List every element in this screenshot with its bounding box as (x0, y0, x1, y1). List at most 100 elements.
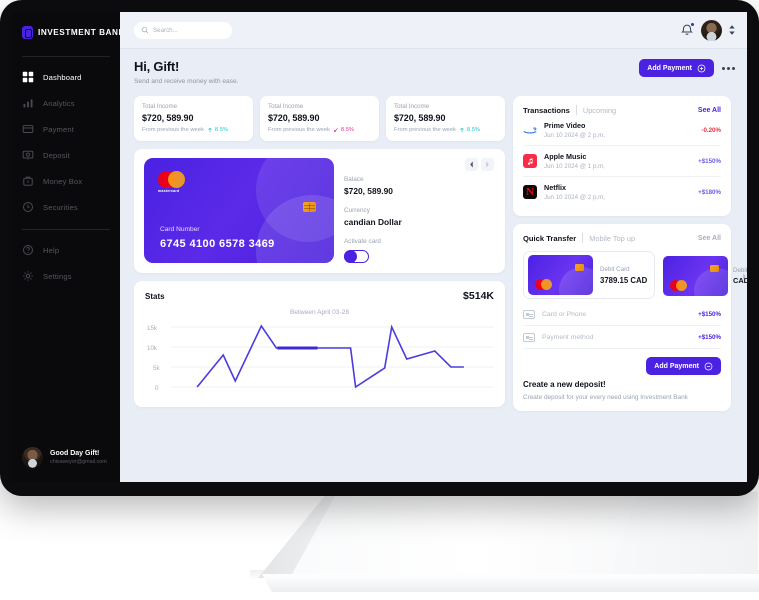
sidebar-item-payment[interactable]: Payment (22, 117, 120, 141)
transaction-row[interactable]: N Netflix Jun 10 2024 @ 2 p.m, +$180% (523, 177, 721, 207)
sidebar-item-settings[interactable]: Settings (22, 264, 120, 288)
trend-down: 8.5% (333, 127, 354, 133)
stat-value: $720, 589.90 (268, 113, 320, 123)
stat-card[interactable]: Total Income $720, 589.90 From previous … (260, 96, 379, 141)
transaction-name: Apple Music (544, 152, 587, 161)
quick-transfer-next-button[interactable] (742, 273, 747, 280)
bell-icon[interactable] (680, 22, 695, 37)
stat-footer-text: From previous the week (268, 127, 330, 133)
svg-text:5k: 5k (153, 365, 160, 372)
payment-method-field[interactable]: Payment method +$150% (523, 326, 721, 349)
arrow-up-icon (207, 127, 212, 133)
more-horizontal-icon[interactable] (722, 66, 735, 70)
transaction-date: Jun 10 2024 @ 2 p.m, (544, 194, 605, 201)
app-screen: Search... Hi, Gift! Send and receive mon… (120, 12, 747, 484)
quick-transfer-panel: Quick Transfer Mobile Top up See All Deb… (513, 224, 747, 412)
chevron-right-icon (486, 161, 489, 168)
debit-card-text: Debit Card 3789.15 CAD (600, 266, 647, 285)
mini-card-graphic (663, 256, 728, 296)
transaction-info: Apple Music Jun 10 2024 @ 1 p.m, (544, 152, 691, 170)
carousel-prev-button[interactable] (465, 158, 478, 171)
chart-svg: 15k 10k 5k 0 (147, 324, 494, 392)
chevron-up-down-icon[interactable] (729, 25, 735, 35)
debit-card-primary[interactable]: Debit Card 3789.15 CAD (523, 251, 655, 299)
quick-transfer-see-all[interactable]: See All (698, 235, 721, 242)
credit-card[interactable]: mastercard Card Number 6745 4100 6578 34… (144, 158, 334, 263)
transaction-amount: +$180% (698, 188, 721, 196)
quick-transfer-add-payment-button[interactable]: Add Payment (646, 357, 721, 375)
arrow-down-icon (333, 128, 338, 133)
sidebar-item-label: Analytics (43, 98, 75, 108)
sidebar-profile[interactable]: Good Day Gift! chissweyor@gmail.com (12, 447, 120, 468)
transaction-row[interactable]: Prime Video Jun 10 2024 @ 2 p.m, -0.20% (523, 115, 721, 146)
search-placeholder: Search... (153, 26, 178, 34)
stats-header: Stats $514K (145, 290, 494, 302)
notification-badge (690, 22, 695, 27)
transaction-date: Jun 10 2024 @ 2 p.m, (544, 132, 605, 139)
tab-quick-transfer[interactable]: Quick Transfer (523, 234, 576, 243)
stat-cards-row: Total Income $720, 589.90 From previous … (134, 96, 505, 141)
transactions-header: Transactions Upcoming See All (523, 105, 721, 115)
svg-text:0: 0 (155, 385, 159, 392)
topbar-actions (680, 19, 735, 41)
screenshot-stage: INVESTMENT BANK Dashboard Analytics Paym… (0, 0, 759, 600)
tab-upcoming[interactable]: Upcoming (583, 106, 616, 115)
sidebar-item-label: Help (43, 245, 60, 255)
stat-label: Total Income (394, 103, 430, 110)
add-payment-label: Add Payment (647, 64, 692, 72)
stat-footer-text: From previous the week (142, 127, 204, 133)
transactions-see-all[interactable]: See All (698, 107, 721, 114)
page-title: Hi, Gift! (134, 59, 180, 74)
card-or-phone-field[interactable]: Card or Phone +$150% (523, 303, 721, 326)
tab-transactions[interactable]: Transactions (523, 106, 570, 115)
stats-amount: $514K (463, 290, 494, 302)
deposit-action-row: Add Payment (523, 357, 721, 375)
stat-card[interactable]: Total Income $720, 589.90 From previous … (134, 96, 253, 141)
svg-text:10k: 10k (147, 345, 158, 352)
add-payment-label: Add Payment (654, 362, 699, 370)
greeting-text: Hi, Gift! Send and receive money with ea… (134, 59, 238, 85)
minus-circle-icon (704, 362, 713, 370)
mastercard-logo-icon: mastercard (158, 171, 185, 193)
search-input[interactable]: Search... (134, 21, 232, 39)
transaction-amount: +$150% (698, 157, 721, 165)
brand: INVESTMENT BANK (12, 12, 124, 52)
stat-delta: 8.5% (466, 127, 481, 133)
transaction-row[interactable]: Apple Music Jun 10 2024 @ 1 p.m, +$150% (523, 146, 721, 177)
sidebar-item-securities[interactable]: Securities (22, 195, 120, 219)
plus-circle-icon (697, 64, 706, 72)
monitor-frame: INVESTMENT BANK Dashboard Analytics Paym… (0, 0, 759, 496)
chevron-right-icon (743, 273, 746, 280)
main-content: Hi, Gift! Send and receive money with ea… (120, 49, 747, 412)
svg-text:15k: 15k (147, 325, 158, 332)
sidebar-item-label: Securities (43, 202, 78, 212)
tab-mobile-top-up[interactable]: Mobile Top up (589, 234, 635, 243)
activate-card-toggle[interactable] (344, 250, 369, 263)
sidebar-item-label: Money Box (43, 176, 83, 186)
stat-delta: 8.5% (214, 127, 229, 133)
sidebar-item-analytics[interactable]: Analytics (22, 91, 120, 115)
stat-card[interactable]: Total Income $720, 589.90 From previous … (386, 96, 505, 141)
sidebar: INVESTMENT BANK Dashboard Analytics Paym… (12, 12, 124, 484)
sidebar-item-money-box[interactable]: Money Box (22, 169, 120, 193)
sidebar-item-dashboard[interactable]: Dashboard (22, 65, 120, 89)
sidebar-item-label: Deposit (43, 150, 70, 160)
sidebar-item-help[interactable]: Help (22, 238, 120, 262)
bank-logo-icon (22, 25, 33, 39)
shield-clock-icon (22, 201, 34, 213)
carousel-next-button[interactable] (481, 158, 494, 171)
tab-divider (582, 233, 584, 243)
avatar[interactable] (701, 19, 722, 41)
chart-gridlines (171, 326, 494, 388)
sidebar-item-deposit[interactable]: Deposit (22, 143, 120, 167)
debit-card-secondary[interactable]: Debit CAD (663, 255, 747, 297)
chip-icon (303, 202, 316, 212)
deposit-subtitle: Create deposit for your every need using… (523, 394, 688, 401)
sidebar-nav: Dashboard Analytics Payment Deposit Mone… (12, 65, 120, 219)
stat-footer: From previous the week 8.5% (394, 127, 497, 133)
add-payment-button[interactable]: Add Payment (639, 59, 714, 77)
sidebar-item-label: Payment (43, 124, 75, 134)
balance-label: Balace (344, 176, 364, 183)
avatar (22, 447, 43, 468)
